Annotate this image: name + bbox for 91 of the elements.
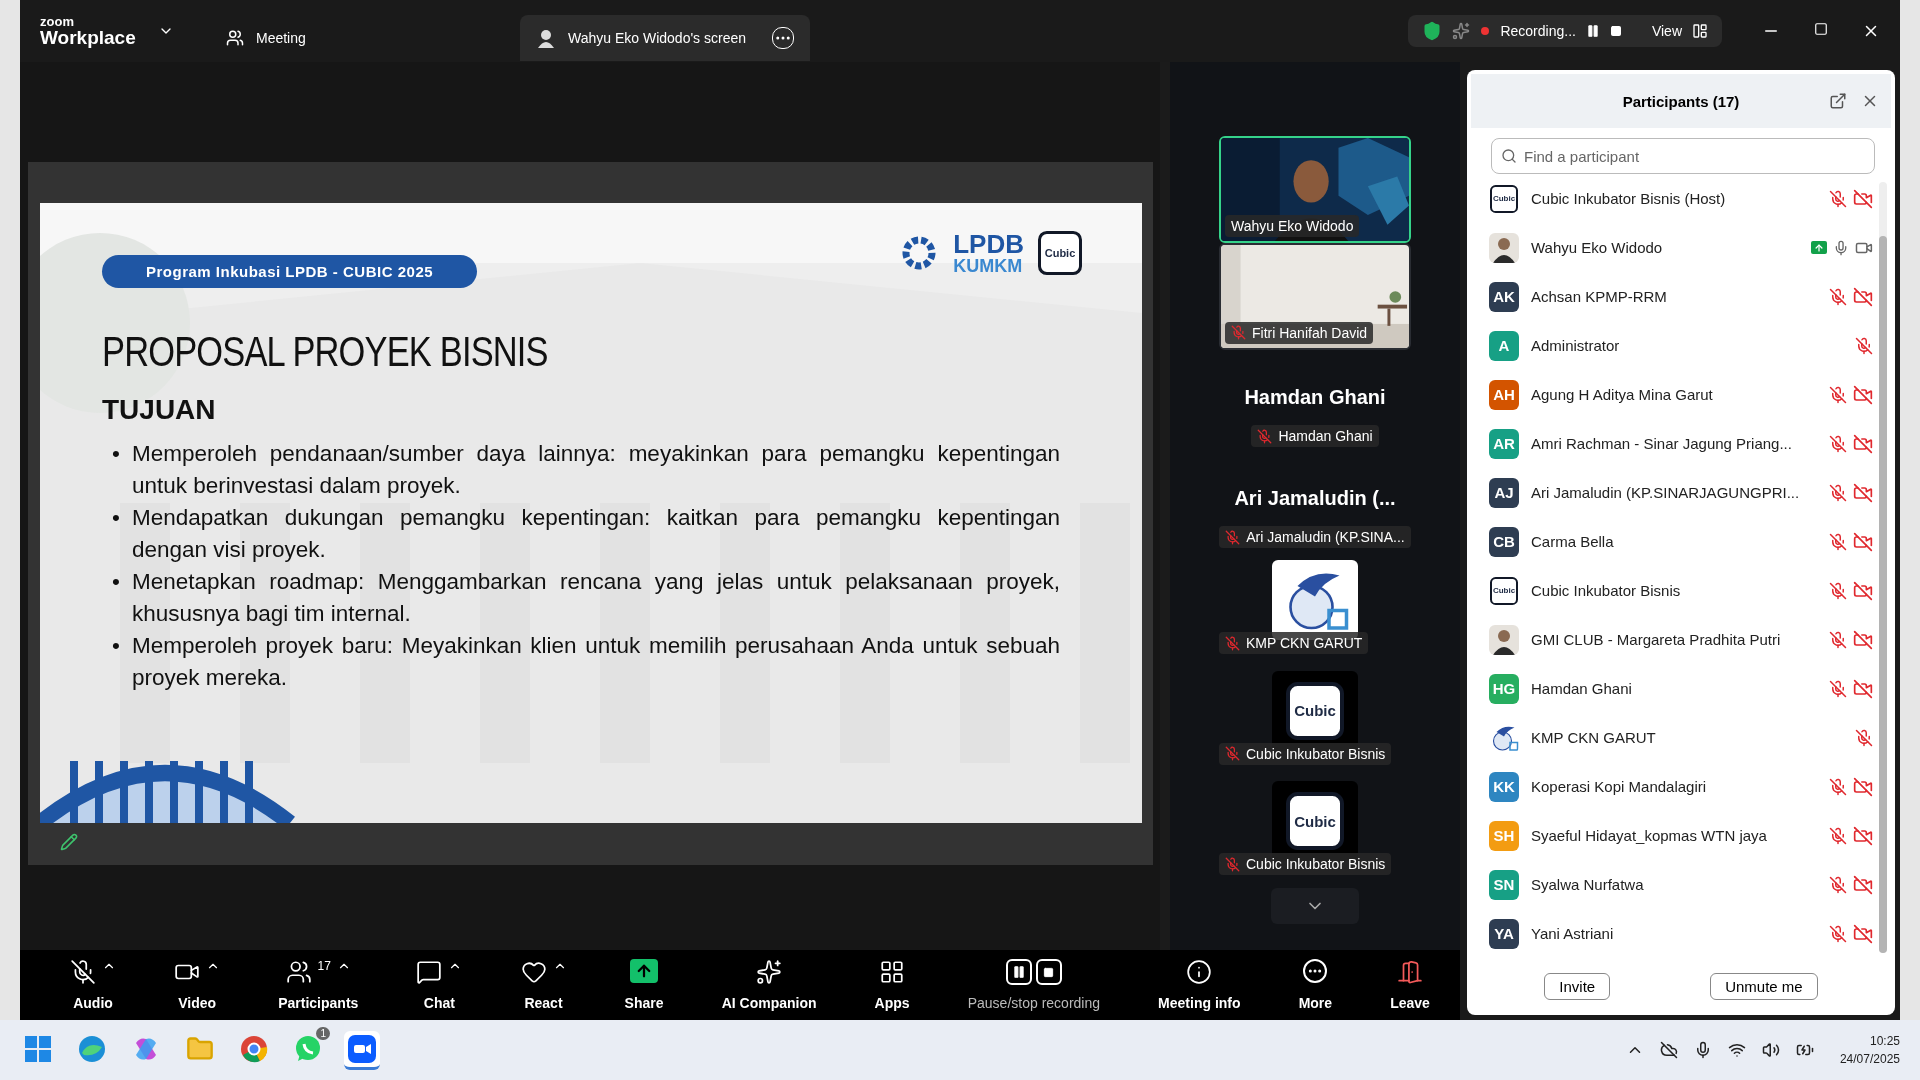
avatar: YA	[1489, 918, 1519, 949]
participant-name: GMI CLUB - Margareta Pradhita Putri	[1531, 631, 1782, 648]
toolbar-button[interactable]: More	[1298, 959, 1333, 1011]
bullet-marker: •	[112, 568, 120, 596]
cubic-logo: Cubic	[1490, 184, 1518, 213]
name-label: Wahyu Eko Widodo	[1225, 215, 1360, 237]
cubic-logo: Cubic	[1490, 576, 1518, 605]
participant-row[interactable]: KK Koperasi Kopi Mandalagiri	[1489, 762, 1873, 811]
participant-name: Syalwa Nurfatwa	[1531, 876, 1645, 893]
recording-status: Recording...	[1500, 23, 1576, 39]
bullet-text: Memperoleh proyek baru: Meyakinkan klien untuk memilih perusahaan Anda untuk sebuah proyek mereka.	[131, 632, 1060, 692]
bullet-marker: •	[112, 504, 120, 532]
cubic-logo: Cubic	[1038, 231, 1082, 275]
search-field[interactable]: Find a participant	[1491, 138, 1875, 174]
toolbar-button[interactable]: Share	[624, 959, 664, 1011]
participant-name: Hamdan Ghani	[1244, 386, 1386, 409]
clock[interactable]: 10:25 24/07/2025	[1839, 1034, 1900, 1066]
participant-count: 17	[317, 959, 331, 973]
participant-row[interactable]: HG Hamdan Ghani	[1489, 664, 1873, 713]
name-label: Ari Jamaludin (KP.SINA...	[1219, 526, 1411, 548]
panel-title: Participants (17)	[1622, 92, 1740, 110]
bullet-marker: •	[112, 440, 120, 468]
participant-row[interactable]: Cubic Cubic Inkubator Bisnis (Host)	[1489, 174, 1873, 223]
bullet-text: Menetapkan roadmap: Menggambarkan rencana yang jelas untuk pelaksanaan proyek, khususnya bagi tim internal.	[131, 568, 1060, 628]
toolbar-button[interactable]: Meeting info	[1158, 959, 1241, 1011]
lpdb-logo: LPDB KUMKM	[953, 231, 1024, 275]
avatar: KK	[1489, 771, 1519, 802]
toolbar-button[interactable]: Audio	[70, 959, 116, 1011]
participant-name: Syaeful Hidayat_kopmas WTN jaya	[1531, 827, 1768, 844]
participant-row[interactable]: KMP CKN GARUT	[1489, 713, 1873, 762]
avatar: SN	[1489, 869, 1519, 900]
bullet-text: Memperoleh pendanaan/sumber daya lainnya: meyakinkan para pemangku kepentingan untuk berinvestasi dalam proyek.	[131, 440, 1060, 500]
participant-row[interactable]: AK Achsan KPMP-RRM	[1489, 272, 1873, 321]
participant-name: Cubic Inkubator Bisnis	[1531, 582, 1682, 599]
toolbar-button[interactable]: Video	[174, 959, 221, 1011]
participant-name: Amri Rachman - Sinar Jagung Priang...	[1531, 435, 1793, 452]
avatar: CB	[1489, 526, 1519, 557]
participant-name: Cubic Inkubator Bisnis (Host)	[1531, 190, 1727, 207]
avatar: AH	[1489, 379, 1519, 410]
participant-row[interactable]: Cubic Cubic Inkubator Bisnis	[1489, 566, 1873, 615]
participant-row[interactable]: SH Syaeful Hidayat_kopmas WTN jaya	[1489, 811, 1873, 860]
avatar: SH	[1489, 820, 1519, 851]
toolbar-button[interactable]: Leave	[1390, 959, 1430, 1011]
participant-row[interactable]: Wahyu Eko Widodo	[1489, 223, 1873, 272]
toolbar-button[interactable]: AI Companion	[721, 959, 817, 1011]
participant-row[interactable]: AH Agung H Aditya Mina Garut	[1489, 370, 1873, 419]
name-label: Hamdan Ghani	[1251, 425, 1379, 447]
participant-row[interactable]: AR Amri Rachman - Sinar Jagung Priang...	[1489, 419, 1873, 468]
name-label: KMP CKN GARUT	[1219, 632, 1369, 654]
participant-row[interactable]: AJ Ari Jamaludin (KP.SINARJAGUNGPRI...	[1489, 468, 1873, 517]
participant-row[interactable]: CB Carma Bella	[1489, 517, 1873, 566]
slide-title: PROPOSAL PROYEK BISNIS	[102, 328, 549, 376]
program-badge: Program Inkubasi LPDB - CUBIC 2025	[102, 255, 478, 288]
toolbar-button[interactable]: Pause/stop recording	[967, 959, 1100, 1011]
app-logo: zoom Workplace	[40, 15, 137, 47]
participant-name: Ari Jamaludin (...	[1234, 487, 1396, 510]
slide-heading: TUJUAN	[102, 394, 217, 426]
bullet-marker: •	[112, 632, 120, 660]
name-label: Cubic Inkubator Bisnis	[1219, 853, 1392, 875]
name-label: Cubic Inkubator Bisnis	[1219, 742, 1392, 765]
participant-name: Administrator	[1531, 337, 1621, 354]
avatar: HG	[1489, 673, 1519, 704]
panel-button[interactable]: Invite	[1544, 972, 1611, 1000]
toolbar-button[interactable]: 17 Participants	[278, 959, 359, 1011]
panel-button[interactable]: Unmute me	[1710, 972, 1818, 1000]
name-label: Fitri Hanifah David	[1225, 321, 1374, 344]
meeting-tab[interactable]: Wahyu Eko Widodo's screen	[520, 15, 810, 61]
notification-badge: 1	[316, 1026, 330, 1040]
participant-row[interactable]: SN Syalwa Nurfatwa	[1489, 860, 1873, 909]
participant-name: Koperasi Kopi Mandalagiri	[1531, 778, 1708, 795]
bullet-text: Mendapatkan dukungan pemangku kepentingan: kaitkan para pemangku kepentingan dengan visi proyek.	[131, 504, 1060, 564]
toolbar-button[interactable]: Apps	[874, 959, 910, 1011]
participant-name: Carma Bella	[1531, 533, 1615, 550]
participant-name: Wahyu Eko Widodo	[1531, 239, 1664, 256]
participant-name: Yani Astriani	[1531, 925, 1615, 942]
participant-name: Agung H Aditya Mina Garut	[1531, 386, 1714, 403]
toolbar-button[interactable]: Chat	[416, 959, 463, 1011]
avatar: AR	[1489, 428, 1519, 459]
avatar: AJ	[1489, 477, 1519, 508]
participant-name: Achsan KPMP-RRM	[1531, 288, 1668, 305]
view-button[interactable]: View	[1651, 23, 1682, 39]
participant-row[interactable]: YA Yani Astriani	[1489, 909, 1873, 958]
meeting-tab[interactable]: Meeting	[210, 15, 520, 61]
participant-row[interactable]: GMI CLUB - Margareta Pradhita Putri	[1489, 615, 1873, 664]
avatar: AK	[1489, 281, 1519, 312]
participant-name: KMP CKN GARUT	[1531, 729, 1657, 746]
avatar: A	[1489, 330, 1519, 361]
participant-row[interactable]: A Administrator	[1489, 321, 1873, 370]
toolbar-button[interactable]: React	[520, 959, 567, 1011]
participant-name: Ari Jamaludin (KP.SINARJAGUNGPRI...	[1531, 484, 1800, 501]
participant-name: Hamdan Ghani	[1531, 680, 1633, 697]
